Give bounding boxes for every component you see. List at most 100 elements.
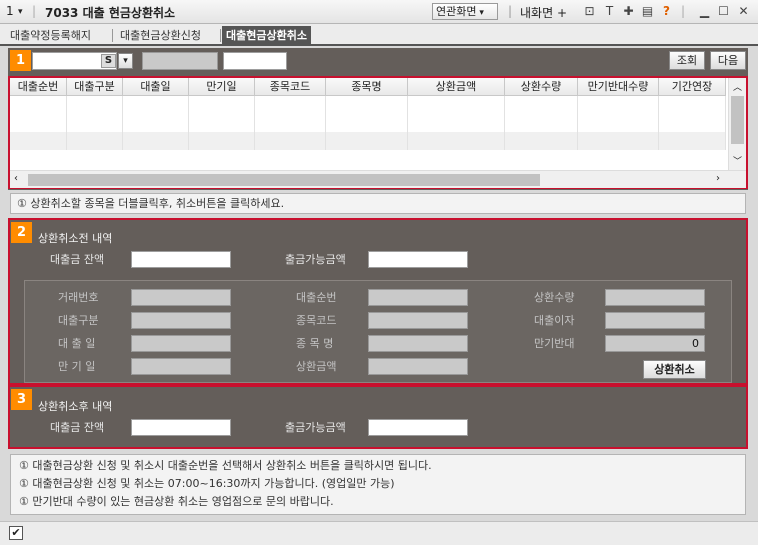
- grid-header-loan-date[interactable]: 대출일: [123, 78, 189, 96]
- notice-line-2: ① 대출현금상환 신청 및 취소는 07:00~16:30까지 가능합니다. (…: [19, 477, 395, 490]
- loan-date-label: 대 출 일: [58, 337, 96, 350]
- repay-amount-label: 상환금액: [296, 360, 337, 373]
- maximize-icon[interactable]: ☐: [716, 4, 731, 19]
- trade-no-field: [131, 289, 231, 306]
- loan-balance-field: [131, 251, 231, 268]
- grid-header-stock-name[interactable]: 종목명: [326, 78, 408, 96]
- my-screen-label: 내화면: [520, 6, 554, 20]
- grid-col-line: [326, 96, 408, 150]
- pin-icon[interactable]: ⊡: [582, 4, 597, 19]
- title-bar: 1 ▾ | 7033 대출 현금상환취소 연관화면 ▾ | 내화면 + ⊡ T …: [0, 0, 758, 24]
- close-icon[interactable]: ✕: [736, 4, 751, 19]
- tab-bar: 대출약정등록해지 대출현금상환신청 대출현금상환취소: [0, 24, 758, 46]
- loan-interest-label: 대출이자: [534, 314, 575, 327]
- search-button[interactable]: 조회: [669, 51, 705, 70]
- account-dropdown-chevron-icon[interactable]: ▾: [118, 53, 133, 69]
- grid-header-repay-qty[interactable]: 상환수량: [505, 78, 578, 96]
- horizontal-scrollbar[interactable]: ‹ ›: [10, 170, 746, 188]
- maturity-date-field: [131, 358, 231, 375]
- grid-col-line: [659, 96, 726, 150]
- vertical-scroll-thumb[interactable]: [731, 96, 744, 144]
- tab-cash-repay-cancel[interactable]: 대출현금상환취소: [222, 26, 311, 45]
- grid-header-maturity-opposite-qty[interactable]: 만기반대수량: [578, 78, 659, 96]
- maturity-date-label: 만 기 일: [58, 360, 96, 373]
- tab-separator: [220, 29, 221, 42]
- stock-name-label: 종 목 명: [296, 337, 334, 350]
- window-menu-chevron-icon[interactable]: ▾: [18, 7, 23, 17]
- add-icon[interactable]: ✚: [621, 4, 636, 19]
- stock-code-label: 종목코드: [296, 314, 337, 327]
- scroll-down-icon[interactable]: ﹀: [733, 154, 742, 167]
- withdrawable-label: 출금가능금액: [285, 253, 346, 266]
- grid-header-repay-amount[interactable]: 상환금액: [408, 78, 505, 96]
- loan-type-label: 대출구분: [58, 314, 99, 327]
- grid-col-line: [408, 96, 505, 150]
- grid-col-line: [189, 96, 255, 150]
- loan-seq-field: [368, 289, 468, 306]
- minimize-icon[interactable]: ▁: [697, 4, 712, 19]
- related-screen-button[interactable]: 연관화면 ▾: [432, 3, 498, 20]
- help-icon[interactable]: ?: [659, 4, 674, 19]
- notice-panel: ① 대출현금상환 신청 및 취소시 대출순번을 선택해서 상환취소 버튼을 클릭…: [10, 454, 746, 515]
- account-name-field: [142, 52, 218, 70]
- maturity-opposite-label: 만기반대: [534, 337, 575, 350]
- tab-separator: [112, 29, 113, 42]
- trade-no-label: 거래번호: [58, 291, 99, 304]
- cancel-repayment-button[interactable]: 상환취소: [643, 360, 706, 379]
- account-suffix-badge[interactable]: S: [101, 54, 116, 68]
- grid-header-stock-code[interactable]: 종목코드: [255, 78, 326, 96]
- scroll-right-icon[interactable]: ›: [716, 173, 720, 184]
- grid-col-line: [505, 96, 578, 150]
- password-input[interactable]: [223, 52, 287, 70]
- loan-grid[interactable]: 대출순번 대출구분 대출일 만기일 종목코드 종목명 상환금액 상환수량 만기반…: [10, 78, 746, 188]
- loan-balance-label: 대출금 잔액: [50, 253, 105, 266]
- vertical-scrollbar[interactable]: ︿ ﹀: [728, 78, 746, 170]
- grid-col-line: [67, 96, 123, 150]
- section-3-title: 상환취소후 내역: [38, 400, 113, 413]
- repay-qty-field: [605, 289, 705, 306]
- title-divider-3: |: [681, 4, 686, 18]
- notice-line-3: ① 만기반대 수량이 있는 현금상환 취소는 영업점으로 문의 바랍니다.: [19, 495, 334, 508]
- my-screen-button[interactable]: 내화면 +: [520, 4, 567, 21]
- loan-balance-after-label: 대출금 잔액: [50, 421, 105, 434]
- related-screen-label: 연관화면: [436, 5, 477, 18]
- grid-header-maturity-date[interactable]: 만기일: [189, 78, 255, 96]
- section-2-title: 상환취소전 내역: [38, 232, 113, 245]
- grid-header-period-extension[interactable]: 기간연장: [659, 78, 726, 96]
- grid-header-loan-seq[interactable]: 대출순번: [10, 78, 67, 96]
- stock-name-field: [368, 335, 468, 352]
- loan-seq-label: 대출순번: [296, 291, 337, 304]
- next-button[interactable]: 다음: [710, 51, 746, 70]
- title-divider-2: |: [508, 4, 513, 18]
- info-message: ① 상환취소할 종목을 더블클릭후, 취소버튼을 클릭하세요.: [10, 193, 746, 214]
- section-2-number: 2: [11, 222, 32, 243]
- loan-interest-field: [605, 312, 705, 329]
- loan-date-field: [131, 335, 231, 352]
- status-checkbox[interactable]: ✔: [9, 526, 23, 540]
- section-3-number: 3: [11, 389, 32, 410]
- window-menu-number[interactable]: 1: [6, 4, 14, 18]
- print-icon[interactable]: ▤: [640, 4, 655, 19]
- status-bar: ✔: [0, 521, 758, 545]
- chevron-down-icon: ▾: [476, 8, 484, 18]
- withdrawable-after-field: [368, 419, 468, 436]
- section-1-number: 1: [10, 50, 31, 71]
- text-size-icon[interactable]: T: [602, 4, 617, 19]
- notice-line-1: ① 대출현금상환 신청 및 취소시 대출순번을 선택해서 상환취소 버튼을 클릭…: [19, 459, 432, 472]
- tab-loan-agreement[interactable]: 대출약정등록해지: [6, 26, 95, 45]
- maturity-opposite-field: 0: [605, 335, 705, 352]
- repay-qty-label: 상환수량: [534, 291, 575, 304]
- horizontal-scroll-thumb[interactable]: [28, 174, 540, 186]
- loan-balance-after-field: [131, 419, 231, 436]
- withdrawable-field: [368, 251, 468, 268]
- scroll-up-icon[interactable]: ︿: [733, 80, 742, 93]
- tab-cash-repay-request[interactable]: 대출현금상환신청: [116, 26, 205, 45]
- grid-col-line: [255, 96, 326, 150]
- stock-code-field: [368, 312, 468, 329]
- grid-col-line: [123, 96, 189, 150]
- section-3-panel: [8, 385, 748, 449]
- grid-header-loan-type[interactable]: 대출구분: [67, 78, 123, 96]
- grid-col-line: [10, 96, 67, 150]
- repay-amount-field: [368, 358, 468, 375]
- scroll-left-icon[interactable]: ‹: [14, 173, 18, 184]
